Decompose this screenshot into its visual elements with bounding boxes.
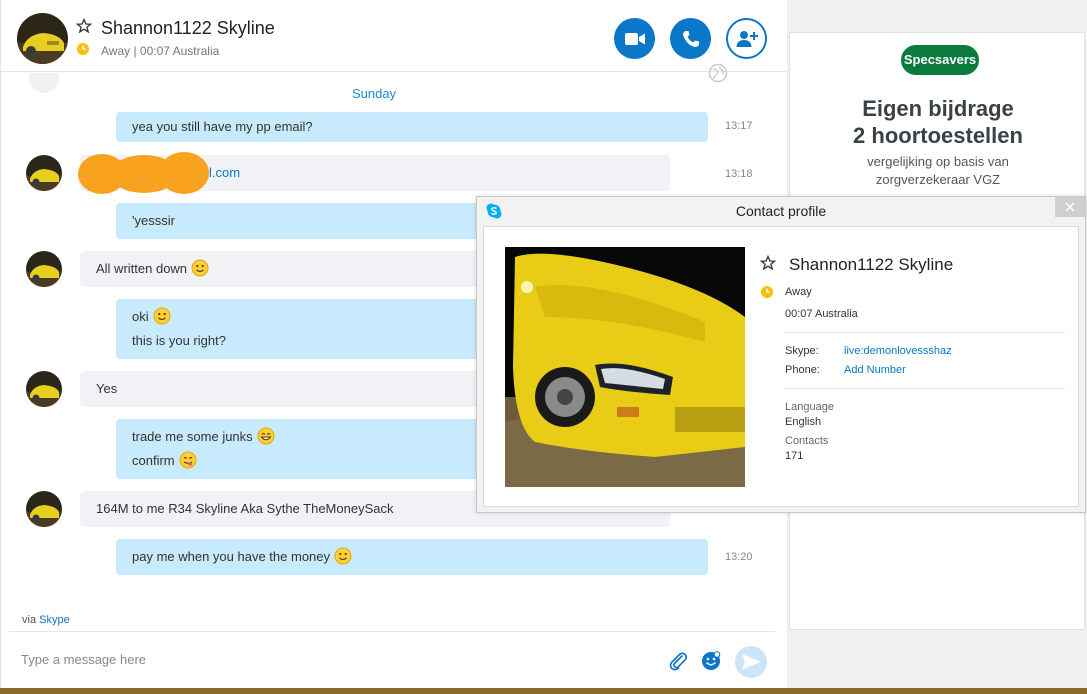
redaction-mark [78,152,209,194]
video-camera-icon [624,32,645,45]
contact-avatar-small[interactable] [26,155,62,191]
away-status-icon [761,286,773,298]
message-text: yea you still have my pp email? [132,119,313,134]
smile-emoji-icon [191,259,209,277]
message-text: 'yesssir [132,213,175,228]
contacts-label: Contacts [785,435,829,447]
contact-avatar[interactable] [17,13,68,64]
paperclip-icon[interactable] [668,650,688,672]
day-separator: Sunday [351,86,397,101]
language-value: English [785,416,822,428]
message-timestamp: 13:18 [725,168,753,180]
close-button[interactable] [1055,197,1085,217]
grin-emoji-icon [257,427,275,445]
smile-emoji-icon [153,307,171,325]
send-arrow-icon [742,654,760,670]
away-status-icon [77,43,89,55]
contact-avatar-small[interactable] [26,251,62,287]
contact-status-line: Away | 00:07 Australia [101,44,220,58]
add-people-button[interactable] [726,18,767,59]
close-icon [1065,202,1075,212]
ad-headline: Eigen bijdrage 2 hoortoestellen [853,96,1023,148]
message-text: pay me when you have the money [132,549,331,564]
message-bubble-outgoing[interactable]: pay me when you have the money [116,539,708,575]
brand-logo: Specsavers [901,45,979,75]
phone-label: Phone: [785,364,820,376]
contact-avatar-small[interactable] [26,491,62,527]
email-link[interactable]: l.com [209,165,240,180]
divider [785,332,1065,333]
avatar-peek [29,73,59,93]
message-timestamp: 13:17 [725,120,753,132]
message-text: All written down [96,261,188,276]
language-label: Language [785,401,834,413]
phone-icon [682,30,699,47]
tongue-emoji-icon [179,451,197,469]
favorite-star-icon[interactable] [76,18,92,34]
skype-window: Shannon1122 Skyline Away | 00:07 Austral… [0,0,1087,694]
message-text: Yes [96,381,118,396]
send-button[interactable] [735,646,767,678]
conversation-header: Shannon1122 Skyline Away | 00:07 Austral… [1,0,788,83]
contact-profile-window: Contact profile Shannon1122 Skyline Away… [476,196,1086,513]
globe-icon[interactable] [708,63,728,83]
favorite-star-icon[interactable] [760,255,776,271]
emoticon-picker-icon[interactable] [701,651,721,671]
profile-location: 00:07 Australia [785,308,858,320]
profile-card: Shannon1122 Skyline Away 00:07 Australia… [483,226,1079,507]
smile-emoji-icon [334,547,352,565]
add-number-link[interactable]: Add Number [844,364,906,376]
message-text: 164M to me R34 Skyline Aka Sythe TheMone… [96,501,394,516]
skype-id-label: Skype: [785,345,819,357]
ad-subtext: vergelijking op basis van zorgverzekeraa… [867,154,1009,187]
taskbar-edge [0,688,1087,694]
compose-bar: Type a message here [9,631,775,688]
window-titlebar[interactable]: Contact profile [477,197,1085,224]
skype-id-value[interactable]: live:demonlovessshaz [844,345,952,357]
video-call-button[interactable] [614,18,655,59]
via-skype-label: via Skype [22,614,70,626]
profile-name: Shannon1122 Skyline [789,255,954,274]
message-timestamp: 13:20 [725,551,753,563]
contact-name[interactable]: Shannon1122 Skyline [101,18,275,39]
add-person-icon [736,30,758,47]
profile-status: Away [785,286,812,298]
profile-photo [505,247,745,487]
contacts-value: 171 [785,450,804,462]
message-input[interactable]: Type a message here [21,652,146,667]
divider [785,388,1065,389]
message-bubble-outgoing[interactable]: yea you still have my pp email? [116,112,708,142]
contact-avatar-small[interactable] [26,371,62,407]
audio-call-button[interactable] [670,18,711,59]
window-title: Contact profile [735,203,827,219]
via-skype-link[interactable]: Skype [39,614,70,626]
